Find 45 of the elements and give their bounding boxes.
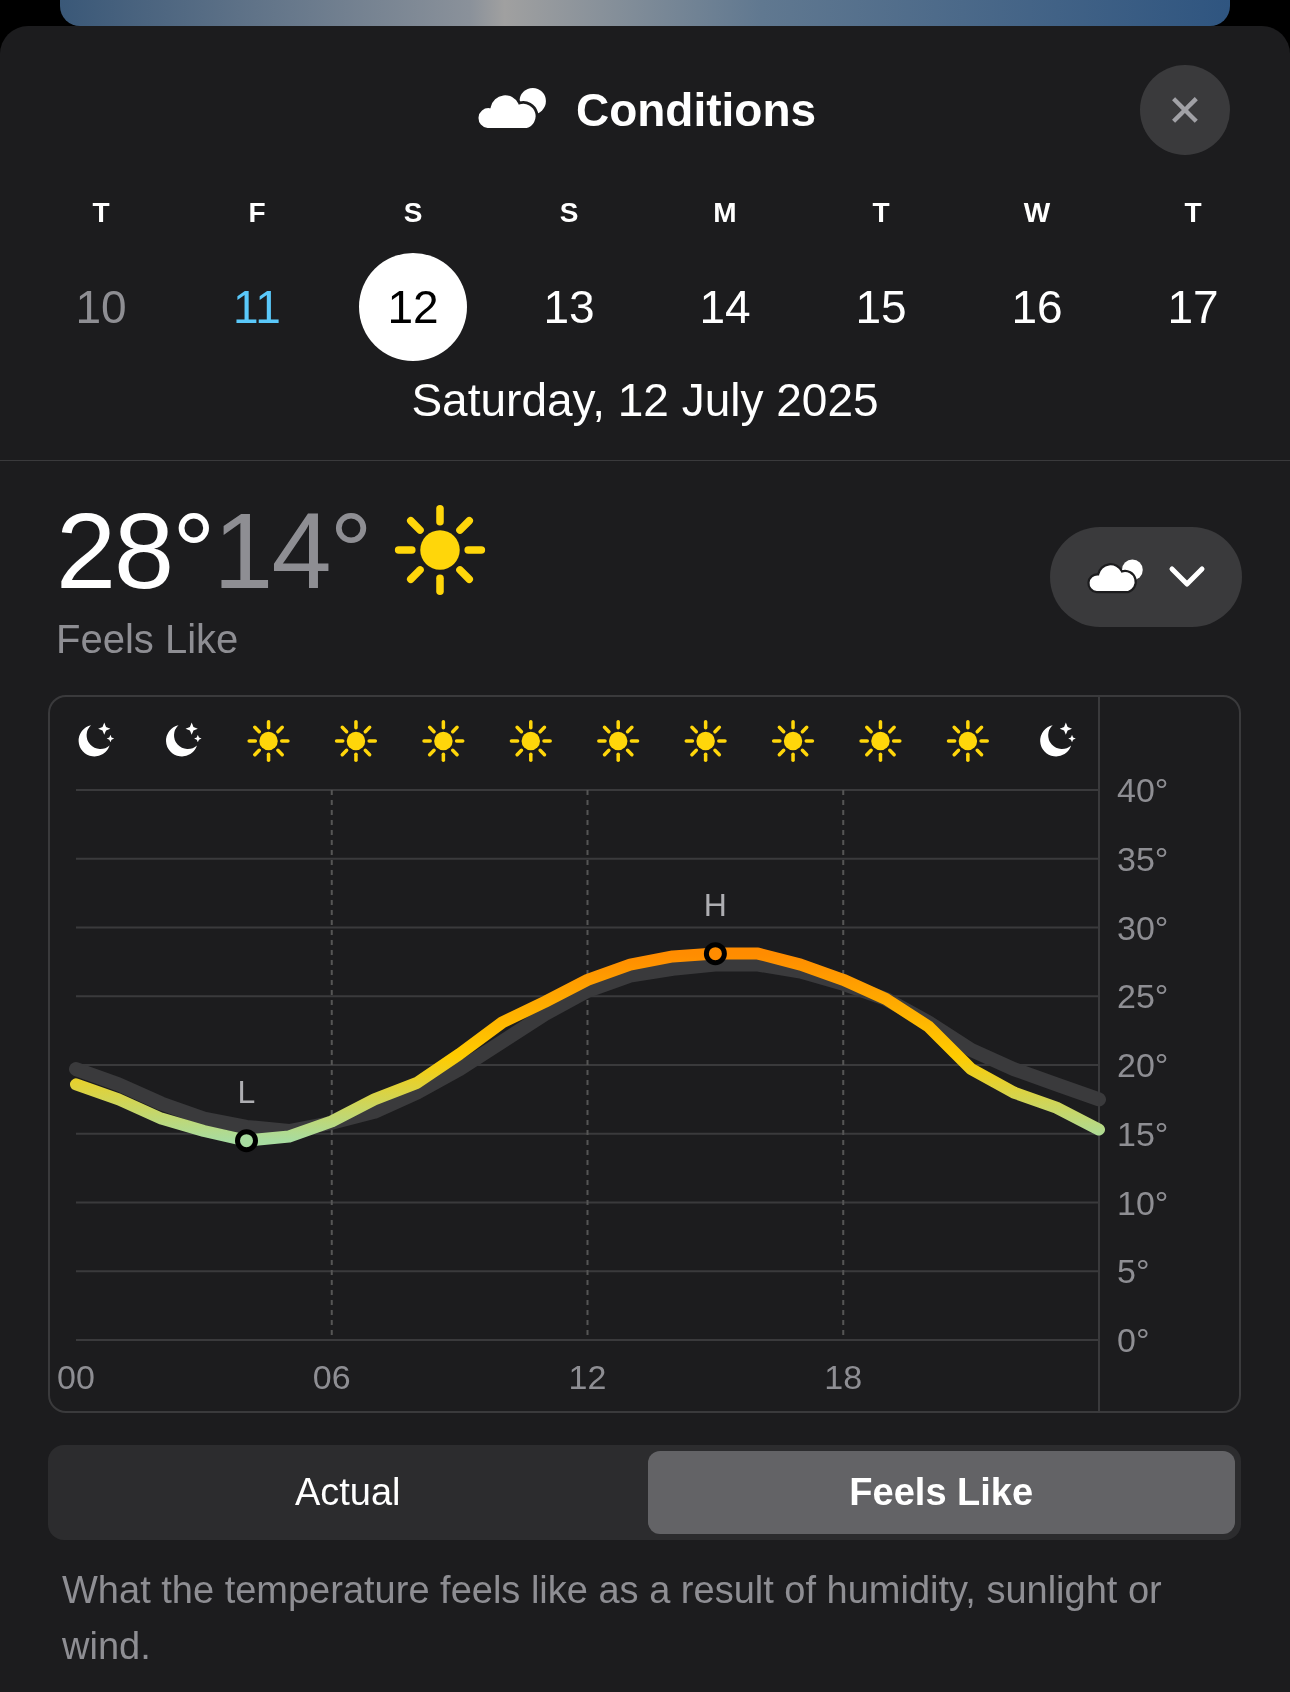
point-marker	[235, 1129, 258, 1153]
weekday-label: T	[872, 196, 890, 230]
close-button[interactable]: ✕	[1140, 65, 1230, 155]
mode-caption: Feels Like	[56, 617, 239, 662]
weekday-label: F	[248, 196, 266, 230]
low-temperature: 14°	[213, 488, 371, 613]
axis-label: 18	[824, 1358, 863, 1396]
axis-label: 00	[57, 1358, 95, 1396]
day-button[interactable]: 15	[827, 253, 935, 361]
selected-date: Saturday, 12 July 2025	[411, 374, 879, 426]
cloud-icon	[1086, 558, 1146, 596]
axis-label: 10°	[1117, 1183, 1169, 1222]
day-button[interactable]: 13	[515, 253, 623, 361]
day-button[interactable]: 17	[1139, 253, 1247, 361]
weekday-label: S	[559, 196, 579, 230]
chevron-down-icon	[1168, 565, 1206, 589]
axis-label: 15°	[1117, 1114, 1169, 1153]
axis-label: 06	[312, 1358, 351, 1396]
axis-label: 40°	[1117, 771, 1169, 809]
weekday-label: W	[1023, 196, 1051, 230]
marker-label: L	[237, 1073, 256, 1110]
axis-label: 12	[568, 1358, 607, 1396]
marker-label: H	[703, 886, 727, 923]
segment-tab[interactable]: Actual	[54, 1451, 642, 1534]
point-marker	[703, 942, 727, 966]
axis-label: 35°	[1117, 839, 1169, 878]
axis-label: 25°	[1117, 977, 1169, 1016]
weekday-label: T	[92, 196, 110, 230]
axis-label: 30°	[1117, 908, 1169, 947]
sheet-title: Conditions	[575, 83, 817, 137]
weekday-label: T	[1184, 196, 1202, 230]
weekday-label: M	[713, 196, 737, 230]
day-button[interactable]: 16	[983, 253, 1091, 361]
day-button[interactable]: 12	[359, 253, 467, 361]
description-text: What the temperature feels like as a result of humidity, sunlight or wind.	[62, 1568, 1163, 1669]
axis-label: 5°	[1117, 1252, 1150, 1291]
high-temperature: 28°	[56, 488, 214, 613]
segment-tab[interactable]: Feels Like	[647, 1451, 1235, 1534]
axis-label: 20°	[1117, 1046, 1169, 1084]
day-button[interactable]: 10	[47, 253, 155, 361]
weekday-label: S	[403, 196, 423, 230]
axis-label: 0°	[1117, 1321, 1150, 1359]
day-button[interactable]: 11	[203, 253, 311, 361]
day-button[interactable]: 14	[671, 253, 779, 361]
sun-icon	[392, 503, 487, 597]
